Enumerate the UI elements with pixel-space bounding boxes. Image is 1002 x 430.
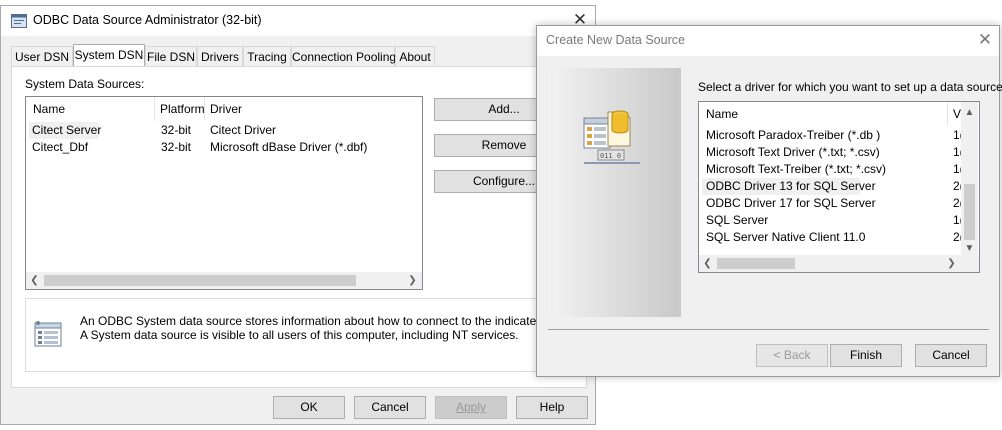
column-header-driver[interactable]: Driver (210, 97, 242, 121)
apply-button[interactable]: Apply (435, 396, 507, 419)
row-name: Citect Server (32, 123, 102, 137)
list-item[interactable]: Microsoft Text Driver (*.txt; *.csv) 1( (699, 144, 964, 161)
cancel-button[interactable]: Cancel (915, 344, 987, 367)
row-platform: 32-bit (161, 140, 192, 154)
database-wizard-icon: 011 0 (582, 104, 646, 171)
scroll-right-icon[interactable]: ❯ (945, 255, 958, 272)
info-text-line-1: An ODBC System data source stores inform… (80, 314, 597, 328)
horizontal-scrollbar[interactable]: ❮ ❯ (699, 255, 979, 272)
info-document-icon (34, 320, 66, 351)
driver-name: Microsoft Paradox-Treiber (*.db ) (706, 128, 881, 142)
svg-text:011 0: 011 0 (600, 152, 621, 160)
scroll-left-icon[interactable]: ❮ (701, 255, 714, 272)
scrollbar-thumb[interactable] (964, 184, 975, 240)
tab-tracing[interactable]: Tracing (243, 46, 291, 66)
system-data-sources-list[interactable]: Name Platform Driver Citect Server 32-bi… (25, 96, 423, 290)
row-driver: Microsoft dBase Driver (*.dbf) (210, 140, 368, 154)
scroll-left-icon[interactable]: ❮ (28, 272, 41, 289)
column-header-version[interactable]: V (953, 102, 961, 126)
driver-name: ODBC Driver 13 for SQL Server (706, 179, 876, 193)
list-item[interactable]: Microsoft Text-Treiber (*.txt; *.csv) 1( (699, 161, 964, 178)
scrollbar-thumb[interactable] (717, 258, 795, 269)
driver-name: ODBC Driver 17 for SQL Server (706, 196, 876, 210)
column-divider[interactable] (154, 97, 155, 121)
scroll-right-icon[interactable]: ❯ (406, 272, 419, 289)
odbc-administrator-window: ODBC Data Source Administrator (32-bit) … (0, 5, 596, 425)
column-divider[interactable] (204, 97, 205, 121)
table-row[interactable]: Citect Server 32-bit Citect Driver (26, 122, 422, 139)
tab-user-dsn[interactable]: User DSN (11, 46, 73, 66)
column-divider[interactable] (947, 102, 948, 126)
column-header-name[interactable]: Name (33, 97, 65, 121)
list-item[interactable]: ODBC Driver 17 for SQL Server 2( (699, 195, 964, 212)
driver-name: SQL Server (706, 213, 769, 227)
tab-about[interactable]: About (395, 46, 435, 66)
ok-button[interactable]: OK (273, 396, 345, 419)
system-data-sources-label: System Data Sources: (25, 77, 145, 91)
row-driver: Citect Driver (210, 123, 277, 137)
close-icon[interactable]: ✕ (973, 29, 997, 51)
column-header-platform[interactable]: Platform (160, 97, 205, 121)
odbc-app-icon (11, 14, 27, 31)
scrollbar-thumb[interactable] (44, 275, 356, 286)
column-header-name[interactable]: Name (706, 102, 738, 126)
odbc-tab-strip: User DSN System DSN File DSN Drivers Tra… (11, 44, 587, 66)
tab-connection-pooling[interactable]: Connection Pooling (291, 46, 396, 66)
row-name: Citect_Dbf (32, 140, 89, 154)
create-window-title: Create New Data Source (546, 33, 685, 47)
driver-instruction-label: Select a driver for which you want to se… (698, 80, 1002, 94)
driver-name: SQL Server Native Client 11.0 (706, 230, 866, 244)
cancel-button[interactable]: Cancel (354, 396, 426, 419)
tab-system-dsn[interactable]: System DSN (73, 44, 145, 66)
footer-divider (548, 329, 989, 330)
finish-button[interactable]: Finish (830, 344, 902, 367)
list-item[interactable]: Microsoft Paradox-Treiber (*.db ) 1( (699, 127, 964, 144)
odbc-window-title: ODBC Data Source Administrator (32-bit) (33, 13, 262, 27)
odbc-title-bar[interactable]: ODBC Data Source Administrator (32-bit) … (1, 6, 595, 36)
back-button[interactable]: < Back (756, 344, 828, 367)
create-data-source-window: Create New Data Source ✕ 011 0 Select a … (536, 25, 1002, 377)
driver-name: Microsoft Text-Treiber (*.txt; *.csv) (706, 162, 887, 176)
list-item[interactable]: SQL Server Native Client 11.0 2( (699, 229, 964, 246)
scroll-up-icon[interactable]: ▲ (963, 104, 976, 121)
tab-drivers[interactable]: Drivers (197, 46, 243, 66)
vertical-scrollbar[interactable]: ▲ ▼ (961, 102, 978, 255)
create-title-bar[interactable]: Create New Data Source ✕ (537, 26, 999, 56)
wizard-graphic-panel: 011 0 (548, 68, 681, 317)
row-platform: 32-bit (161, 123, 192, 137)
tab-file-dsn[interactable]: File DSN (145, 46, 197, 66)
driver-name: Microsoft Text Driver (*.txt; *.csv) (706, 145, 880, 159)
info-text-line-2: A System data source is visible to all u… (80, 328, 519, 342)
list-item[interactable]: ODBC Driver 13 for SQL Server 2( (699, 178, 964, 195)
table-row[interactable]: Citect_Dbf 32-bit Microsoft dBase Driver… (26, 139, 422, 156)
drivers-list[interactable]: Name V Microsoft Paradox-Treiber (*.db )… (698, 101, 980, 273)
list-item[interactable]: SQL Server 1( (699, 212, 964, 229)
horizontal-scrollbar[interactable]: ❮ ❯ (26, 272, 422, 289)
help-button[interactable]: Help (516, 396, 588, 419)
